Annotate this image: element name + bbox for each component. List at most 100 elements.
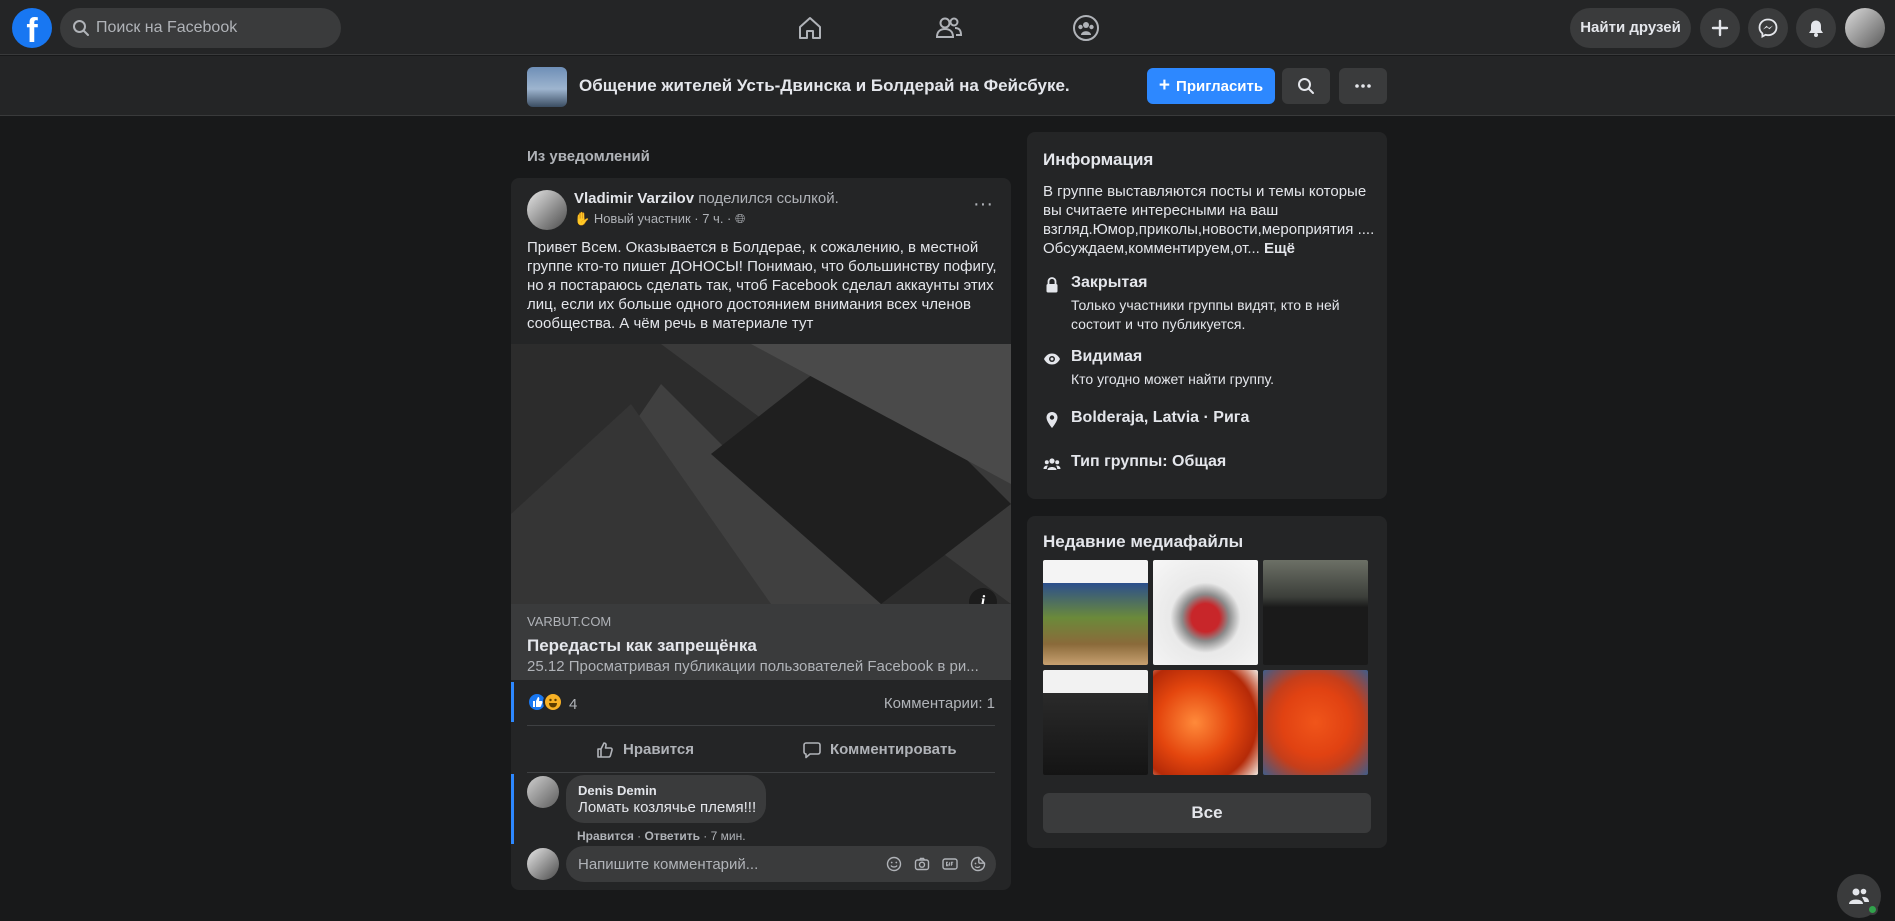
comment-actions: Нравится · Ответить · 7 мин. [577,829,746,843]
about-item-privacy: Закрытая Только участники группы видят, … [1043,274,1383,332]
facebook-logo[interactable]: f [12,8,52,48]
highlight-bar [511,682,514,722]
comment-like-link[interactable]: Нравится [577,829,634,843]
post-options-button[interactable]: ··· [965,190,1001,226]
link-domain: VARBUT.COM [527,614,612,629]
account-avatar[interactable] [1845,8,1885,48]
write-comment-box[interactable] [566,846,996,882]
plus-icon [1710,18,1730,38]
comment-bubble: Denis Demin Ломать козлячье племя!!! [566,775,766,823]
group-header: Общение жителей Усть-Двинска и Болдерай … [0,56,1895,116]
post-action: поделился ссылкой. [698,190,839,207]
see-all-media-button[interactable]: Все [1043,793,1371,833]
about-description-text: В группе выставляются посты и темы котор… [1043,183,1375,257]
comment-author[interactable]: Denis Demin [578,783,657,798]
about-item-visibility: Видимая Кто угодно может найти группу. [1043,348,1383,392]
post-author[interactable]: Vladimir Varzilov [574,190,694,207]
online-status-dot [1867,904,1878,915]
reactions-count[interactable]: 4 [569,696,577,713]
media-tile[interactable] [1263,560,1368,665]
about-description: В группе выставляются посты и темы котор… [1043,182,1379,258]
highlight-bar [511,774,514,844]
haha-reaction-icon [543,692,563,712]
group-title[interactable]: Общение жителей Усть-Двинска и Болдерай … [579,76,1070,96]
about-item-location[interactable]: Bolderaja, Latvia · Рига [1043,409,1383,431]
comment-reply-link[interactable]: Ответить [645,829,700,843]
search-icon [72,19,90,37]
about-item-title: Тип группы: Общая [1071,453,1227,470]
gif-icon[interactable] [942,856,958,872]
divider [527,725,995,726]
globe-icon: 🌐︎ [735,211,746,226]
post-author-line: Vladimir Varzilov поделился ссылкой. [574,190,839,207]
comments-count[interactable]: Комментарии: 1 [884,695,995,712]
new-member-icon: ✋ [574,211,591,226]
media-tile[interactable] [1043,560,1148,665]
about-title: Информация [1043,150,1154,169]
nav-groups[interactable] [1066,10,1106,46]
media-grid [1043,560,1373,776]
see-more-link[interactable]: Ещё [1264,240,1295,257]
media-tile[interactable] [1153,560,1258,665]
comment-text: Ломать козлячье племя!!! [578,799,757,816]
plus-icon: + [1158,75,1171,96]
thumbs-up-icon [595,740,615,760]
messenger-button[interactable] [1748,8,1788,48]
camera-icon[interactable] [914,856,930,872]
commenter-avatar[interactable] [527,776,559,808]
comment-input[interactable] [578,846,878,882]
bell-icon [1806,18,1826,38]
member-badge[interactable]: Новый участник [594,211,691,226]
post-card: Vladimir Varzilov поделился ссылкой. ✋ Н… [511,178,1011,890]
nav-home[interactable] [790,10,830,46]
people-icon [1848,885,1870,907]
media-tile[interactable] [1153,670,1258,775]
groups-icon [1072,14,1100,42]
search-input[interactable] [96,8,331,48]
invite-button[interactable]: + Пригласить [1147,68,1275,104]
messenger-icon [1758,18,1778,38]
lock-icon [1043,276,1061,294]
friends-icon [935,14,963,42]
about-item-title[interactable]: Bolderaja, Latvia · Рига [1071,409,1249,427]
media-title: Недавние медиафайлы [1043,532,1244,551]
section-label: Из уведомлений [527,148,650,165]
about-item-title: Видимая [1071,348,1143,365]
link-description: 25.12 Просматривая публикации пользовате… [527,658,979,675]
author-avatar[interactable] [527,190,567,230]
post-time[interactable]: · 7 ч. · [694,211,731,226]
link-preview-image[interactable] [511,344,1011,604]
about-item-subtitle: Кто угодно может найти группу. [1071,371,1275,387]
about-item-group-type: Тип группы: Общая [1043,453,1383,475]
comment-icon [802,740,822,760]
search-icon [1297,77,1315,95]
group-cover-thumbnail[interactable] [527,67,567,107]
post-text: Привет Всем. Оказывается в Болдерае, к с… [527,239,997,332]
comment-label: Комментировать [830,741,957,758]
media-tile[interactable] [1043,670,1148,775]
comment-button[interactable]: Комментировать [802,730,982,770]
notifications-button[interactable] [1796,8,1836,48]
about-item-subtitle: Только участники группы видят, кто в ней… [1071,297,1340,332]
comment-time[interactable]: 7 мин. [711,829,746,843]
link-preview-info[interactable]: VARBUT.COM Передасты как запрещёнка 25.1… [511,604,1011,680]
about-item-title: Закрытая [1071,274,1148,291]
more-dots-icon [1354,77,1372,95]
group-search-button[interactable] [1282,68,1330,104]
emoji-icon[interactable] [886,856,902,872]
media-tile[interactable] [1263,670,1368,775]
create-button[interactable] [1700,8,1740,48]
divider [527,772,995,773]
new-chat-button[interactable] [1837,874,1881,918]
sticker-icon[interactable] [970,856,986,872]
my-avatar[interactable] [527,848,559,880]
like-button[interactable]: Нравится [595,730,715,770]
group-more-button[interactable] [1339,68,1387,104]
post-meta: ✋ Новый участник · 7 ч. · 🌐︎ [574,211,745,227]
home-icon [796,14,824,42]
find-friends-button[interactable]: Найти друзей [1570,8,1691,48]
recent-media-card: Недавние медиафайлы Все [1027,516,1387,848]
nav-friends[interactable] [929,10,969,46]
about-card: Информация В группе выставляются посты и… [1027,132,1387,499]
search-box[interactable] [60,8,341,48]
